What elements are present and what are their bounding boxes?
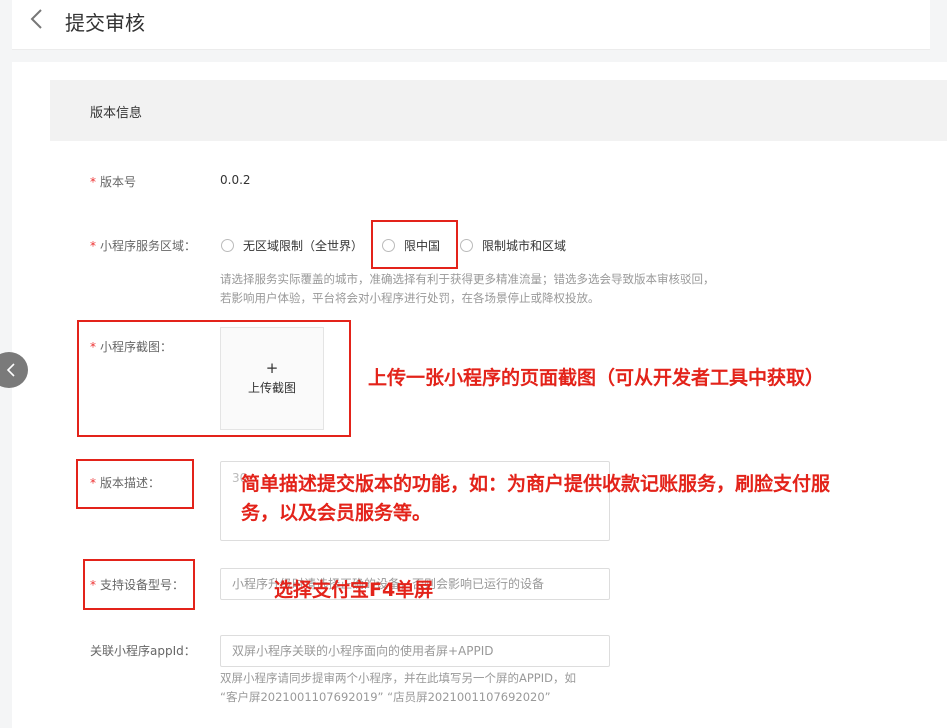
required-asterisk: * (90, 340, 96, 354)
page-title: 提交审核 (65, 11, 145, 35)
region-hint: 请选择服务实际覆盖的城市，准确选择有利于获得更多精准流量；错选多选会导致版本审核… (220, 272, 715, 305)
required-asterisk: * (90, 239, 96, 253)
annotation-screenshot: 上传一张小程序的页面截图（可从开发者工具中获取） (368, 367, 825, 389)
required-asterisk: * (90, 578, 96, 592)
radio-no-region-limit[interactable]: 无区域限制（全世界） (221, 237, 363, 254)
chevron-left-icon (6, 363, 15, 377)
description-label: * 版本描述： (90, 476, 161, 490)
version-label: * 版本号 (90, 175, 137, 189)
region-label: * 小程序服务区域： (90, 239, 197, 253)
radio-circle[interactable] (382, 239, 395, 252)
upload-label: 上传截图 (247, 381, 296, 395)
device-label: * 支持设备型号： (90, 578, 185, 592)
annotation-device: 选择支付宝F4单屏 (274, 579, 434, 601)
form-panel: 版本信息 * 版本号 0.0.2 * 小程序服务区域： 无区域限制（全世界） 限中国… (12, 62, 947, 728)
radio-circle[interactable] (221, 239, 234, 252)
appid-input[interactable]: 双屏小程序关联的小程序面向的使用者屏+APPID (220, 635, 610, 667)
appid-hint: 双屏小程序请同步提审两个小程序，并在此填写另一个屏的APPID，如 “客户屏20… (220, 671, 576, 704)
section-title: 版本信息 (90, 106, 143, 121)
version-value: 0.0.2 (220, 173, 251, 187)
plus-icon: + (265, 359, 279, 377)
top-bar: 提交审核 (12, 0, 930, 50)
section-header: 版本信息 (50, 80, 947, 141)
radio-city-region-limit[interactable]: 限制城市和区域 (460, 237, 566, 254)
radio-circle[interactable] (460, 239, 473, 252)
required-asterisk: * (90, 476, 96, 490)
back-arrow-icon[interactable] (26, 6, 48, 32)
appid-label: 关联小程序appId： (90, 644, 196, 658)
annotation-description: 简单描述提交版本的功能，如：为商户提供收款记账服务，刷脸支付服 务，以及会员服务… (241, 473, 831, 524)
required-asterisk: * (90, 175, 96, 189)
screenshot-label: * 小程序截图： (90, 340, 173, 354)
screenshot-upload-button[interactable]: + 上传截图 (220, 327, 324, 430)
radio-china-only[interactable]: 限中国 (382, 237, 440, 254)
